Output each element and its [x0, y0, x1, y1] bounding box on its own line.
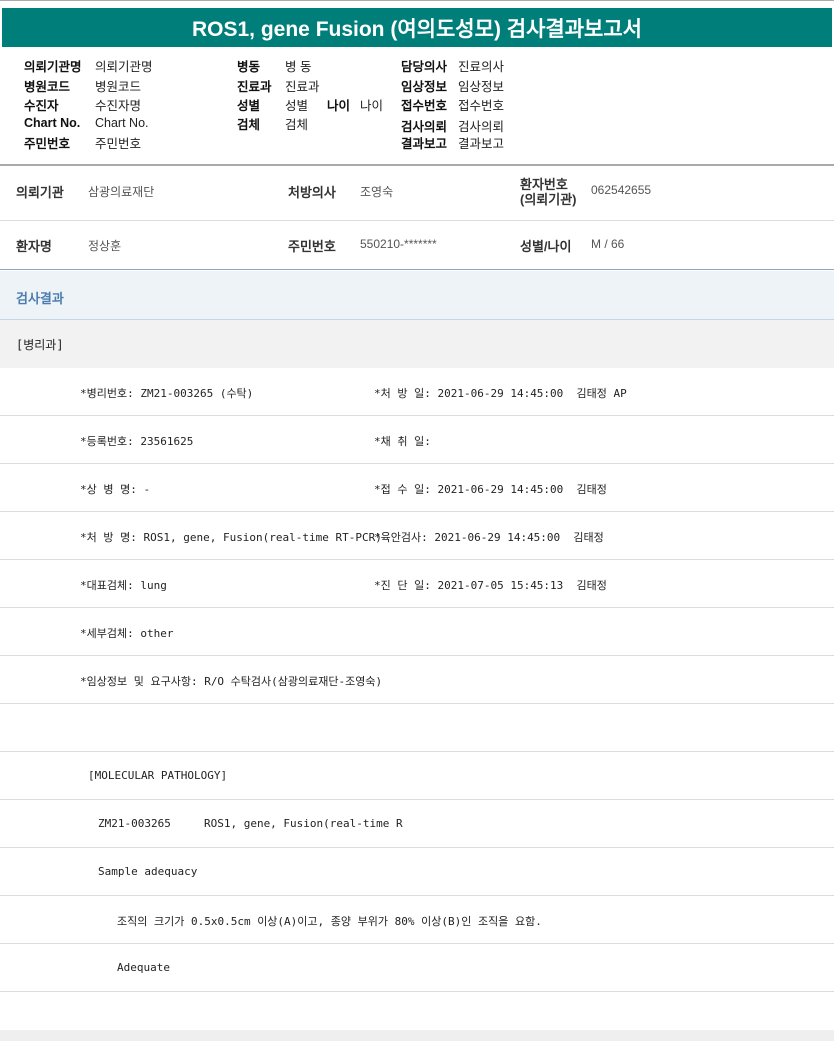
report-title: ROS1, gene Fusion (여의도성모) 검사결과보고서 — [2, 8, 832, 47]
result-row: *임상정보 및 요구사항: R/O 수탁검사(삼광의료재단-조영숙) — [0, 656, 834, 704]
result-left: *대표검체: lung — [80, 579, 167, 592]
adequacy-result: Adequate — [117, 961, 170, 974]
info-value: 임상정보 — [458, 80, 505, 94]
result-row: [MOLECULAR PATHOLOGY] — [0, 752, 834, 800]
info-label: 임상정보 — [401, 80, 448, 94]
info-value: 병원코드 — [95, 80, 142, 94]
adequacy-criteria: 조직의 크기가 0.5x0.5cm 이상(A)이고, 종양 부위가 80% 이상… — [117, 915, 542, 928]
info-label: 성별 — [237, 99, 261, 113]
sex-age-value: M / 66 — [591, 237, 625, 251]
result-left: *상 병 명: - — [80, 483, 151, 496]
patient-table: 의뢰기관 삼광의료재단 처방의사 조영숙 환자번호 (의뢰기관) 0625426… — [0, 172, 834, 270]
info-label: 검체 — [237, 118, 261, 132]
patient-row: 환자명 정상훈 주민번호 550210-******* 성별/나이 M / 66 — [0, 221, 834, 270]
result-row: Adequate — [0, 944, 834, 992]
rrn-value: 550210-******* — [360, 237, 437, 251]
result-right: *접 수 일: 2021-06-29 14:45:00 김태정 — [374, 483, 607, 496]
doctor-value: 조영숙 — [360, 185, 394, 199]
result-left: *임상정보 및 요구사항: R/O 수탁검사(삼광의료재단-조영숙) — [80, 675, 383, 688]
result-right: *처 방 일: 2021-06-29 14:45:00 김태정 AP — [374, 387, 627, 400]
info-label: 병동 — [237, 60, 261, 74]
name-value: 정상훈 — [88, 239, 122, 253]
info-value: 검체 — [285, 118, 309, 132]
info-label: 병원코드 — [24, 80, 71, 94]
info-label: 결과보고 — [401, 137, 448, 151]
info-value: 나이 — [360, 99, 384, 113]
sample-adequacy-label: Sample adequacy — [98, 865, 198, 878]
sex-age-label: 성별/나이 — [520, 239, 572, 254]
blank-row — [0, 704, 834, 752]
info-value: 성별 — [285, 99, 309, 113]
info-value: 결과보고 — [458, 137, 505, 151]
result-row: ZM21-003265 ROS1, gene, Fusion(real-time… — [0, 800, 834, 848]
name-label: 환자명 — [16, 239, 52, 254]
info-label: 담당의사 — [401, 60, 448, 74]
patient-row: 의뢰기관 삼광의료재단 처방의사 조영숙 환자번호 (의뢰기관) 0625426… — [0, 172, 834, 221]
department-header: [병리과] — [0, 320, 834, 368]
section-header-results: 검사결과 — [0, 271, 834, 320]
info-value: 수진자명 — [95, 99, 142, 113]
info-label: 접수번호 — [401, 99, 448, 113]
info-value: 진료과 — [285, 80, 320, 94]
result-row: 조직의 크기가 0.5x0.5cm 이상(A)이고, 종양 부위가 80% 이상… — [0, 896, 834, 944]
result-rows: *병리번호: ZM21-003265 (수탁) *처 방 일: 2021-06-2… — [0, 368, 834, 992]
top-border — [0, 0, 834, 3]
result-left: *등록번호: 23561625 — [80, 435, 194, 448]
info-value: 병 동 — [285, 60, 312, 74]
footer-bar — [0, 1030, 834, 1041]
report-info-block: 의뢰기관명 의뢰기관명 병원코드 병원코드 수진자 수진자명 Chart No.… — [0, 50, 834, 166]
info-value: 접수번호 — [458, 99, 505, 113]
result-row: *대표검체: lung *진 단 일: 2021-07-05 15:45:13 김… — [0, 560, 834, 608]
result-row: *상 병 명: - *접 수 일: 2021-06-29 14:45:00 김태정 — [0, 464, 834, 512]
result-row: Sample adequacy — [0, 848, 834, 896]
result-left: *병리번호: ZM21-003265 (수탁) — [80, 387, 254, 400]
org-value: 삼광의료재단 — [88, 185, 155, 199]
info-value: 의뢰기관명 — [95, 60, 153, 74]
info-value: 주민번호 — [95, 137, 142, 151]
info-value: 진료의사 — [458, 60, 505, 74]
info-label: 나이 — [327, 99, 351, 113]
result-row: *세부검체: other — [0, 608, 834, 656]
result-left: *세부검체: other — [80, 627, 174, 640]
result-right: *채 취 일: — [374, 435, 431, 448]
rrn-label: 주민번호 — [288, 239, 336, 254]
result-row: *병리번호: ZM21-003265 (수탁) *처 방 일: 2021-06-2… — [0, 368, 834, 416]
result-row: *처 방 명: ROS1, gene, Fusion(real-time RT-… — [0, 512, 834, 560]
patient-id-label-sub: (의뢰기관) — [520, 192, 577, 207]
result-right: *진 단 일: 2021-07-05 15:45:13 김태정 — [374, 579, 607, 592]
result-row: *등록번호: 23561625 *채 취 일: — [0, 416, 834, 464]
info-label: 진료과 — [237, 80, 272, 94]
result-right: *육안검사: 2021-06-29 14:45:00 김태정 — [374, 531, 604, 544]
info-label: 주민번호 — [24, 137, 71, 151]
info-label: Chart No. — [24, 116, 81, 130]
info-value: Chart No. — [95, 116, 149, 130]
info-label: 의뢰기관명 — [24, 60, 82, 74]
patient-id-value: 062542655 — [591, 183, 652, 197]
molecular-test-line: ZM21-003265 ROS1, gene, Fusion(real-time… — [98, 817, 403, 830]
result-left: *처 방 명: ROS1, gene, Fusion(real-time RT-… — [80, 531, 382, 544]
doctor-label: 처방의사 — [288, 185, 336, 200]
org-label: 의뢰기관 — [16, 185, 64, 200]
molecular-header: [MOLECULAR PATHOLOGY] — [88, 769, 228, 782]
info-label: 수진자 — [24, 99, 59, 113]
